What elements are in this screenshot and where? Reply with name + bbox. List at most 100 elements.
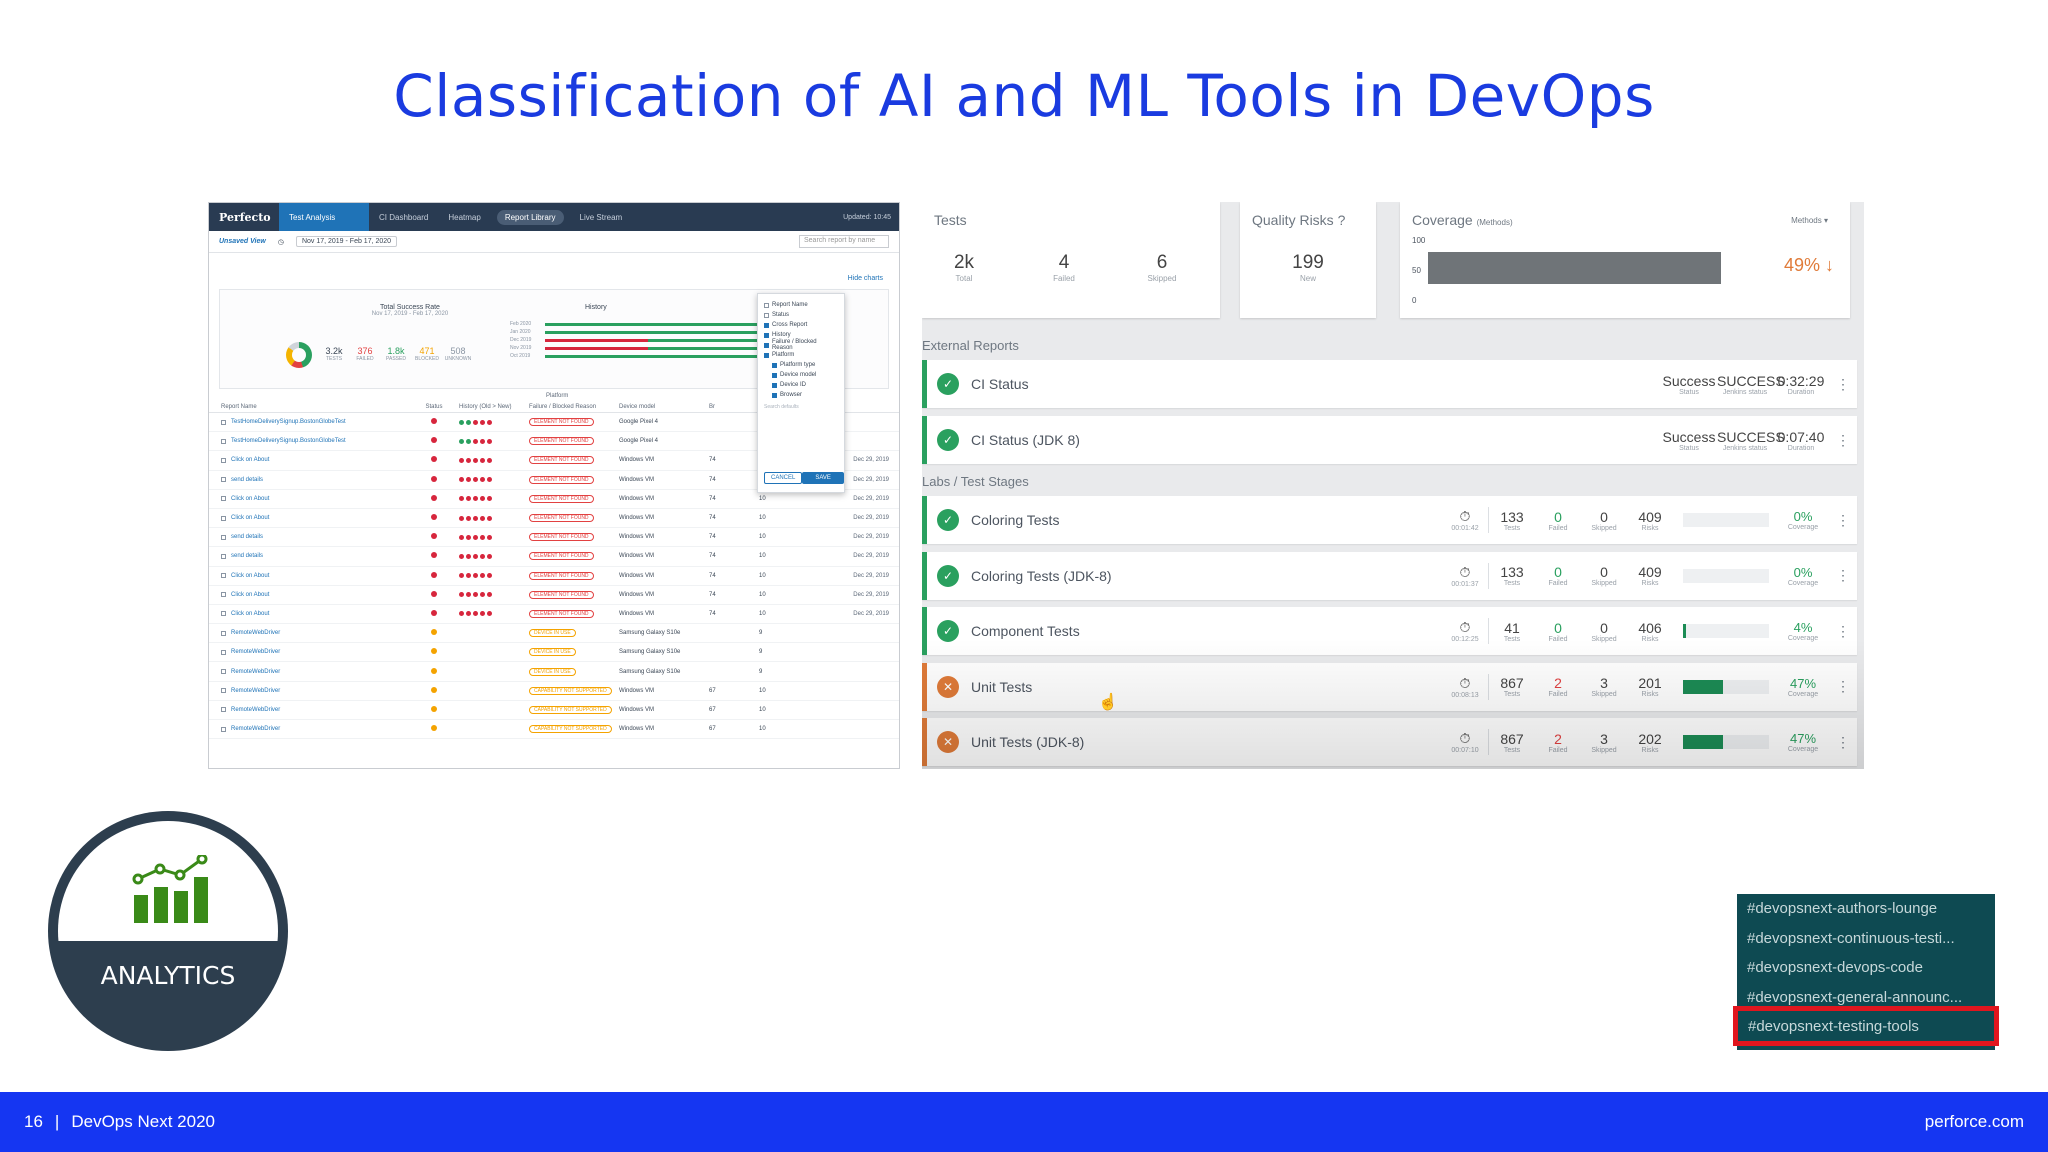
report-name-cell[interactable]: Click on About — [209, 592, 409, 598]
col-failure-reason[interactable]: Failure / Blocked Reason — [529, 404, 619, 410]
row-checkbox[interactable] — [221, 630, 226, 636]
report-name[interactable]: Click on About — [231, 457, 269, 463]
report-name-cell[interactable]: Click on About — [209, 457, 409, 463]
row-checkbox[interactable] — [221, 669, 226, 675]
report-name[interactable]: RemoteWebDriver — [231, 649, 280, 655]
table-row[interactable]: RemoteWebDriver DEVICE IN USE Samsung Gala… — [209, 643, 899, 663]
row-checkbox[interactable] — [221, 553, 226, 559]
table-row[interactable]: send details ELEMENT NOT FOUND Windows VM 7… — [209, 547, 899, 567]
report-name[interactable]: TestHomeDeliverySignup.BostonGlobeTest — [231, 438, 346, 444]
table-row[interactable]: Click on About ELEMENT NOT FOUND Windows V… — [209, 586, 899, 605]
report-name[interactable]: send details — [231, 477, 263, 483]
checkbox-icon[interactable] — [772, 382, 777, 388]
site-link[interactable]: perforce.com — [1925, 1112, 2024, 1132]
date-range-picker[interactable]: Nov 17, 2019 - Feb 17, 2020 — [295, 236, 398, 247]
report-name[interactable]: RemoteWebDriver — [231, 669, 280, 675]
report-name[interactable]: send details — [231, 553, 263, 559]
report-name[interactable]: Click on About — [231, 592, 269, 598]
table-row[interactable]: Click on About ELEMENT NOT FOUND Windows V… — [209, 605, 899, 625]
row-checkbox[interactable] — [221, 611, 226, 617]
table-row[interactable]: Click on About ELEMENT NOT FOUND Windows V… — [209, 567, 899, 586]
tab-report-library[interactable]: Report Library — [496, 209, 564, 225]
report-name[interactable]: send details — [231, 534, 263, 540]
kebab-menu-icon[interactable]: ⋮ — [1829, 512, 1857, 529]
row-checkbox[interactable] — [221, 707, 226, 713]
report-name-cell[interactable]: Click on About — [209, 611, 409, 617]
row-checkbox[interactable] — [221, 649, 226, 655]
column-option[interactable]: Cross Report — [764, 320, 838, 330]
checkbox-icon[interactable] — [764, 342, 769, 348]
kebab-menu-icon[interactable]: ⋮ — [1829, 567, 1857, 584]
row-checkbox[interactable] — [221, 534, 226, 540]
save-button[interactable]: SAVE — [802, 472, 844, 484]
table-row[interactable]: send details ELEMENT NOT FOUND Windows VM 7… — [209, 528, 899, 548]
column-option[interactable]: Failure / Blocked Reason — [764, 339, 838, 351]
report-name[interactable]: TestHomeDeliverySignup.BostonGlobeTest — [231, 419, 346, 425]
report-name-cell[interactable]: RemoteWebDriver — [209, 630, 409, 636]
column-option[interactable]: Platform type — [764, 360, 838, 370]
checkbox-icon[interactable] — [772, 362, 777, 368]
report-name-cell[interactable]: RemoteWebDriver — [209, 669, 409, 675]
row-checkbox[interactable] — [221, 419, 226, 425]
tab-test-analysis[interactable]: Test Analysis — [279, 203, 369, 231]
tab-live-stream[interactable]: Live Stream — [570, 203, 633, 231]
popup-search[interactable]: Search defaults — [764, 404, 838, 410]
report-name-cell[interactable]: send details — [209, 477, 409, 483]
lab-stage-row[interactable]: ✕ Unit Tests (JDK-8) ⏱ 00:07:10 867 Tests 2 Fai… — [922, 718, 1857, 766]
report-name[interactable]: RemoteWebDriver — [231, 707, 280, 713]
column-option[interactable]: Report Name — [764, 300, 838, 310]
lab-stage-row[interactable]: ✕ Unit Tests ⏱ 00:08:13 867 Tests 2 Failed 3 Skip… — [922, 662, 1857, 711]
report-name-cell[interactable]: TestHomeDeliverySignup.BostonGlobeTest — [209, 419, 409, 425]
kebab-menu-icon[interactable]: ⋮ — [1829, 623, 1857, 640]
col-device-model[interactable]: Device model — [619, 404, 709, 410]
col-report-name[interactable]: Report Name — [209, 404, 409, 410]
coverage-metric-dropdown[interactable]: Methods ▾ — [1791, 216, 1828, 225]
row-checkbox[interactable] — [221, 515, 226, 521]
report-name-cell[interactable]: Click on About — [209, 515, 409, 521]
row-checkbox[interactable] — [221, 496, 226, 502]
kebab-menu-icon[interactable]: ⋮ — [1829, 678, 1857, 695]
row-checkbox[interactable] — [221, 573, 226, 579]
row-checkbox[interactable] — [221, 592, 226, 598]
report-name[interactable]: Click on About — [231, 611, 269, 617]
checkbox-icon[interactable] — [764, 352, 769, 358]
table-row[interactable]: RemoteWebDriver CAPABILITY NOT SUPPORTED W… — [209, 720, 899, 740]
report-name[interactable]: Click on About — [231, 496, 269, 502]
row-checkbox[interactable] — [221, 726, 226, 732]
checkbox-icon[interactable] — [764, 322, 769, 328]
kebab-menu-icon[interactable]: ⋮ — [1829, 734, 1857, 751]
report-name[interactable]: Click on About — [231, 573, 269, 579]
stage-name[interactable]: Coloring Tests — [971, 512, 1442, 528]
report-name-cell[interactable]: RemoteWebDriver — [209, 726, 409, 732]
cancel-button[interactable]: CANCEL — [764, 472, 803, 484]
column-option[interactable]: Device model — [764, 370, 838, 380]
kebab-menu-icon[interactable]: ⋮ — [1829, 376, 1857, 393]
table-row[interactable]: Click on About ELEMENT NOT FOUND Windows V… — [209, 509, 899, 529]
report-name-cell[interactable]: Click on About — [209, 573, 409, 579]
report-name-cell[interactable]: send details — [209, 534, 409, 540]
column-option[interactable]: Browser — [764, 390, 838, 400]
col-browser[interactable]: Br — [709, 404, 759, 410]
external-report-row[interactable]: ✓ CI Status Success Status SUCCESS Jenkins st… — [922, 360, 1857, 408]
report-name[interactable]: CI Status (JDK 8) — [971, 432, 1661, 448]
report-name-cell[interactable]: RemoteWebDriver — [209, 649, 409, 655]
slack-channel[interactable]: # devopsnext-testing-tools — [1733, 1006, 1999, 1046]
col-history[interactable]: History (Old > New) — [459, 404, 529, 410]
slack-channel[interactable]: # devopsnext-authors-lounge — [1737, 894, 1995, 924]
col-status[interactable]: Status — [409, 404, 459, 410]
external-report-row[interactable]: ✓ CI Status (JDK 8) Success Status SUCCESS Je… — [922, 416, 1857, 464]
report-name[interactable]: Click on About — [231, 515, 269, 521]
help-icon[interactable]: ? — [1338, 212, 1346, 228]
report-name[interactable]: CI Status — [971, 376, 1661, 392]
report-name[interactable]: RemoteWebDriver — [231, 688, 280, 694]
checkbox-icon[interactable] — [772, 372, 777, 378]
stage-name[interactable]: Component Tests — [971, 623, 1442, 639]
lab-stage-row[interactable]: ✓ Component Tests ⏱ 00:12:25 41 Tests 0 Failed 0… — [922, 607, 1857, 655]
checkbox-icon[interactable] — [764, 302, 769, 308]
checkbox-icon[interactable] — [764, 332, 769, 338]
unsaved-view-dropdown[interactable]: Unsaved View — [219, 238, 266, 245]
row-checkbox[interactable] — [221, 438, 226, 444]
lab-stage-row[interactable]: ✓ Coloring Tests ⏱ 00:01:42 133 Tests 0 Failed 0… — [922, 496, 1857, 544]
hide-charts-link[interactable]: Hide charts — [848, 275, 883, 282]
report-name-cell[interactable]: send details — [209, 553, 409, 559]
